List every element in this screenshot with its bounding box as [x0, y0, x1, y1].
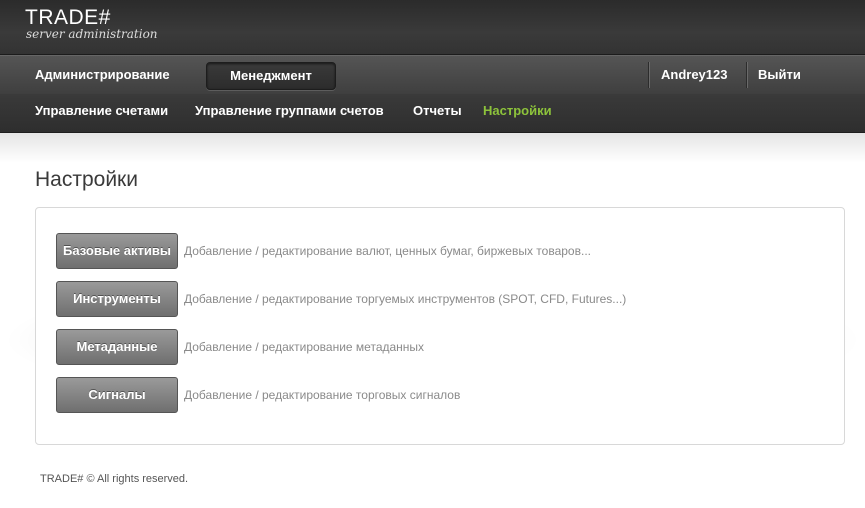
subnav-settings[interactable]: Настройки — [483, 94, 552, 128]
instruments-description: Добавление / редактирование торгуемых ин… — [184, 292, 627, 306]
settings-row-signals: Сигналы Добавление / редактирование торг… — [56, 377, 816, 413]
main-nav: Администрирование Менеджмент Andrey123 В… — [0, 55, 865, 95]
subnav-accounts[interactable]: Управление счетами — [35, 94, 168, 128]
subnav-account-groups[interactable]: Управление группами счетов — [195, 94, 384, 128]
settings-panel: Базовые активы Добавление / редактирован… — [35, 207, 845, 445]
subnav-reports[interactable]: Отчеты — [413, 94, 462, 128]
nav-administration[interactable]: Администрирование — [35, 56, 170, 94]
base-assets-button[interactable]: Базовые активы — [56, 233, 178, 269]
nav-divider — [648, 62, 650, 88]
user-name-link[interactable]: Andrey123 — [661, 56, 727, 94]
nav-management[interactable]: Менеджмент — [206, 62, 336, 90]
nav-divider — [746, 62, 748, 88]
settings-row-instruments: Инструменты Добавление / редактирование … — [56, 281, 816, 317]
app-header: TRADE# server administration — [0, 0, 865, 55]
footer-copyright: TRADE# © All rights reserved. — [40, 473, 189, 485]
instruments-button[interactable]: Инструменты — [56, 281, 178, 317]
tagline: server administration — [26, 27, 158, 41]
logout-link[interactable]: Выйти — [758, 56, 801, 94]
settings-row-base-assets: Базовые активы Добавление / редактирован… — [56, 233, 816, 269]
metadata-button[interactable]: Метаданные — [56, 329, 178, 365]
settings-row-metadata: Метаданные Добавление / редактирование м… — [56, 329, 816, 365]
subnav-shadow — [0, 133, 865, 163]
signals-description: Добавление / редактирование торговых сиг… — [184, 388, 461, 402]
page-title: Настройки — [35, 168, 138, 191]
base-assets-description: Добавление / редактирование валют, ценны… — [184, 244, 591, 258]
signals-button[interactable]: Сигналы — [56, 377, 178, 413]
metadata-description: Добавление / редактирование метаданных — [184, 340, 425, 354]
logo: TRADE# — [25, 6, 111, 29]
sub-nav: Управление счетами Управление группами с… — [0, 94, 865, 133]
